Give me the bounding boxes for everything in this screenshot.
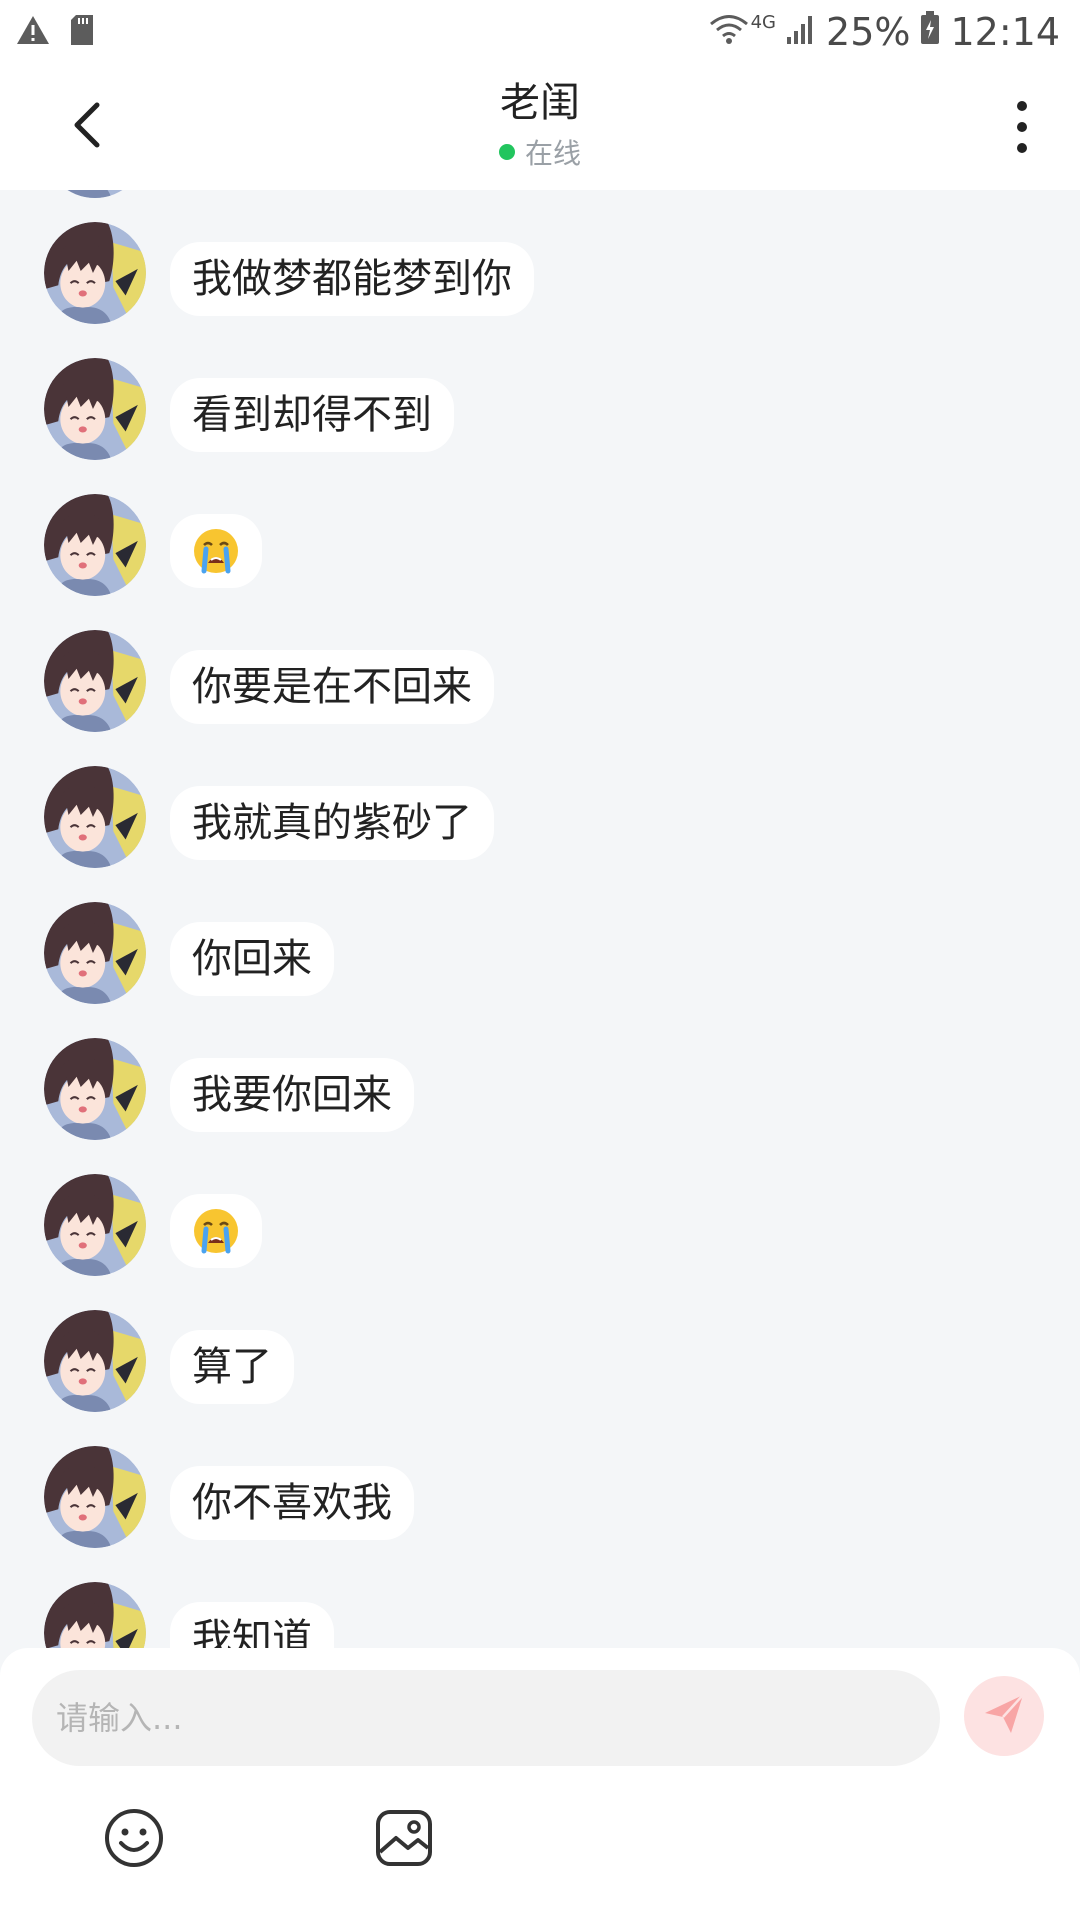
crying-face-emoji [192, 527, 240, 575]
smiley-icon [103, 1807, 165, 1873]
presence-status: 在线 [340, 132, 740, 172]
message-text: 算了 [192, 1344, 272, 1390]
message-row [0, 482, 1080, 592]
avatar[interactable] [44, 494, 146, 596]
message-text: 我做梦都能梦到你 [192, 256, 512, 302]
paper-plane-icon [981, 1691, 1027, 1741]
message-bubble[interactable]: 你要是在不回来 [170, 650, 494, 724]
sd-card-icon [70, 14, 94, 50]
avatar[interactable] [44, 902, 146, 1004]
avatar[interactable] [44, 190, 146, 198]
battery-icon [920, 10, 940, 54]
message-row: 看到却得不到 [0, 346, 1080, 456]
warning-icon [16, 15, 50, 49]
avatar[interactable] [44, 1310, 146, 1412]
presence-label: 在线 [524, 137, 581, 170]
avatar[interactable] [44, 766, 146, 868]
online-dot-icon [498, 144, 515, 160]
contact-name: 老闺 [500, 80, 580, 126]
network-type: 4G [750, 12, 777, 33]
message-input[interactable] [32, 1670, 940, 1766]
message-bubble[interactable] [170, 1194, 262, 1268]
message-row [0, 1162, 1080, 1272]
message-row: 你不喜欢我 [0, 1434, 1080, 1544]
message-text: 我要你回来 [192, 1072, 392, 1118]
message-row: 你要是在不回来 [0, 618, 1080, 728]
more-dot-icon [1017, 101, 1027, 111]
message-row: 我知道 [0, 1570, 1080, 1648]
message-bubble[interactable]: 我要你回来 [170, 1058, 414, 1132]
status-left [16, 14, 94, 50]
header-center: 老闺 在线 [340, 78, 740, 172]
message-text: 你不喜欢我 [192, 1480, 392, 1526]
message-list[interactable]: 我做梦都能梦到你 看到却得不到 你要是在不回来 我就真的紫砂了 你回来我要你回来算了你不… [0, 190, 1080, 1648]
message-bubble[interactable]: 我就真的紫砂了 [170, 786, 494, 860]
more-dot-icon [1017, 122, 1027, 132]
message-bubble[interactable]: 看到却得不到 [170, 378, 454, 452]
crying-face-emoji [192, 1207, 240, 1255]
wifi-icon [709, 10, 749, 54]
send-button[interactable] [964, 1676, 1044, 1756]
status-right: 4G 25% 12:14 [709, 8, 1060, 56]
message-row: 算了 [0, 1298, 1080, 1408]
message-bubble[interactable] [170, 514, 262, 588]
message-bubble[interactable]: 我知道 [170, 1602, 334, 1648]
avatar[interactable] [44, 358, 146, 460]
clock: 12:14 [950, 10, 1060, 54]
chat-header: 老闺 在线 [0, 64, 1080, 190]
message-row: 我就真的紫砂了 [0, 754, 1080, 864]
message-bubble[interactable]: 你不喜欢我 [170, 1466, 414, 1540]
back-button[interactable] [56, 94, 116, 160]
message-bubble[interactable]: 我做梦都能梦到你 [170, 242, 534, 316]
image-icon [374, 1808, 434, 1872]
message-row: 你回来 [0, 890, 1080, 1000]
status-bar: 4G 25% 12:14 [0, 0, 1080, 64]
message-text: 我就真的紫砂了 [192, 800, 472, 846]
emoji-button[interactable] [102, 1808, 166, 1872]
avatar[interactable] [44, 222, 146, 324]
message-bubble[interactable]: 你回来 [170, 922, 334, 996]
message-row: 我要你回来 [0, 1026, 1080, 1136]
battery-percent: 25% [826, 10, 911, 54]
chevron-left-icon [71, 101, 101, 153]
avatar[interactable] [44, 630, 146, 732]
message-row: 我做梦都能梦到你 [0, 210, 1080, 320]
more-options-button[interactable] [1000, 94, 1044, 160]
avatar[interactable] [44, 1174, 146, 1276]
message-composer [0, 1648, 1080, 1920]
avatar[interactable] [44, 1038, 146, 1140]
message-text: 看到却得不到 [192, 392, 432, 438]
more-dot-icon [1017, 143, 1027, 153]
avatar[interactable] [44, 1446, 146, 1548]
message-text: 我知道 [192, 1616, 312, 1648]
image-button[interactable] [372, 1808, 436, 1872]
message-bubble[interactable]: 算了 [170, 1330, 294, 1404]
signal-icon [786, 10, 816, 54]
message-text: 你要是在不回来 [192, 664, 472, 710]
avatar[interactable] [44, 1582, 146, 1648]
message-text: 你回来 [192, 936, 312, 982]
